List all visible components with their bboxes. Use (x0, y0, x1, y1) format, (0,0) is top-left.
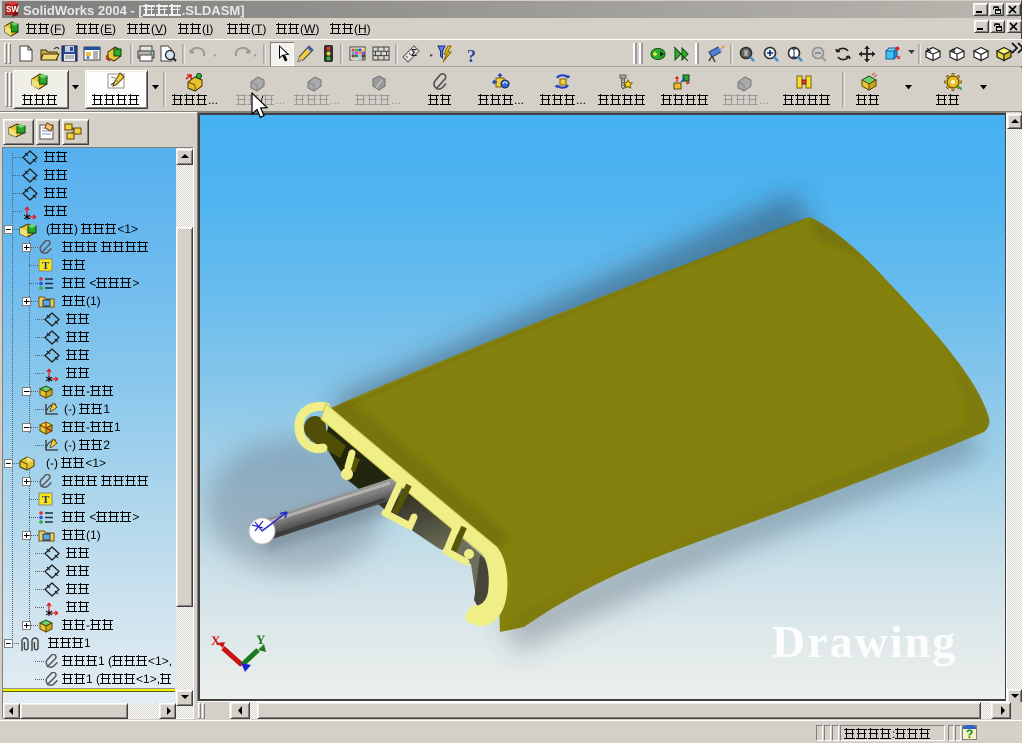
svg-text:X: X (211, 633, 221, 648)
svg-text:Drawing: Drawing (772, 616, 957, 667)
svg-text:Σ: Σ (411, 48, 417, 59)
svg-text:T: T (42, 260, 50, 272)
svg-text:Y: Y (256, 632, 266, 647)
svg-text:?: ? (467, 46, 476, 66)
svg-text:T: T (42, 494, 50, 506)
svg-text:SW: SW (6, 5, 19, 14)
